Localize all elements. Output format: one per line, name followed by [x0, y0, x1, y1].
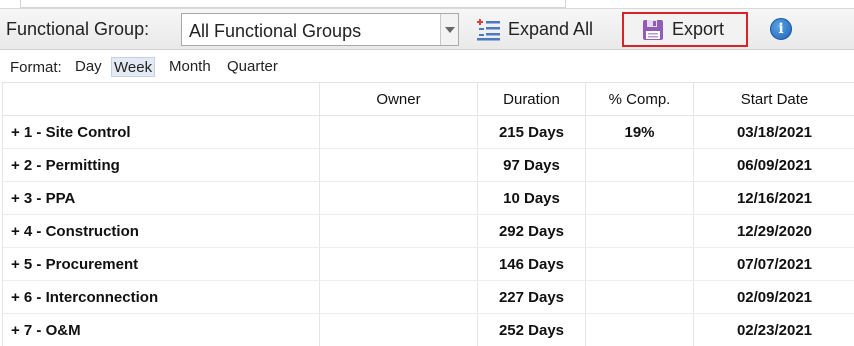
export-button[interactable]: Export	[622, 12, 748, 47]
column-header-duration[interactable]: Duration	[478, 83, 586, 115]
functional-group-value: All Functional Groups	[189, 21, 362, 41]
format-option-month[interactable]: Month	[167, 57, 213, 77]
task-name-cell[interactable]: + 4 - Construction	[3, 215, 320, 247]
expand-all-label: Expand All	[508, 19, 594, 39]
schedule-grid: Owner Duration % Comp. Start Date + 1 - …	[2, 82, 854, 346]
task-name-cell[interactable]: + 5 - Procurement	[3, 248, 320, 280]
table-row[interactable]: + 1 - Site Control 215 Days 19% 03/18/20…	[3, 116, 854, 149]
percent-complete-cell: 19%	[586, 116, 694, 148]
column-header-owner[interactable]: Owner	[320, 83, 478, 115]
format-label: Format:	[10, 59, 62, 76]
table-row[interactable]: + 4 - Construction 292 Days 12/29/2020	[3, 215, 854, 248]
percent-complete-cell	[586, 182, 694, 214]
format-option-quarter[interactable]: Quarter	[225, 57, 280, 77]
start-date-cell: 12/16/2021	[736, 189, 813, 207]
percent-complete-cell	[586, 314, 694, 346]
table-row[interactable]: + 3 - PPA 10 Days 12/16/2021	[3, 182, 854, 215]
tab-strip	[0, 0, 854, 8]
owner-cell	[320, 116, 478, 148]
start-date-cell: 02/09/2021	[736, 288, 813, 306]
chevron-down-icon	[445, 27, 455, 33]
task-name-cell[interactable]: + 2 - Permitting	[3, 149, 320, 181]
task-name-cell[interactable]: + 3 - PPA	[3, 182, 320, 214]
start-date-cell: 12/29/2020	[736, 222, 813, 240]
grid-header: Owner Duration % Comp. Start Date	[3, 82, 854, 116]
export-label: Export	[672, 19, 725, 39]
owner-cell	[320, 215, 478, 247]
start-date-cell: 02/23/2021	[736, 321, 813, 339]
percent-complete-cell	[586, 281, 694, 313]
duration-cell: 215 Days	[478, 116, 586, 148]
start-date-cell: 06/09/2021	[736, 156, 813, 174]
owner-cell	[320, 149, 478, 181]
table-row[interactable]: + 7 - O&M 252 Days 02/23/2021	[3, 314, 854, 346]
owner-cell	[320, 314, 478, 346]
expand-all-button[interactable]: Expand All	[470, 12, 616, 47]
format-option-day[interactable]: Day	[73, 57, 104, 77]
format-row: Format: Day Week Month Quarter	[0, 52, 854, 82]
percent-complete-cell	[586, 149, 694, 181]
duration-cell: 227 Days	[478, 281, 586, 313]
owner-cell	[320, 281, 478, 313]
duration-cell: 10 Days	[478, 182, 586, 214]
start-date-cell: 07/07/2021	[736, 255, 813, 273]
expand-list-icon	[476, 18, 502, 41]
task-name-cell[interactable]: + 7 - O&M	[3, 314, 320, 346]
owner-cell	[320, 182, 478, 214]
format-option-week[interactable]: Week	[111, 57, 156, 77]
task-name-cell[interactable]: + 1 - Site Control	[3, 116, 320, 148]
tab-outline	[20, 0, 566, 8]
table-row[interactable]: + 5 - Procurement 146 Days 07/07/2021	[3, 248, 854, 281]
functional-group-label: Functional Group:	[6, 19, 150, 39]
table-row[interactable]: + 2 - Permitting 97 Days 06/09/2021	[3, 149, 854, 182]
save-disk-icon	[642, 19, 664, 41]
functional-group-select[interactable]: All Functional Groups	[181, 13, 459, 46]
dropdown-arrow[interactable]	[440, 14, 458, 45]
column-header-name[interactable]	[3, 83, 320, 115]
duration-cell: 97 Days	[478, 149, 586, 181]
column-header-start-date[interactable]: Start Date	[694, 83, 854, 115]
info-icon[interactable]: i	[770, 18, 792, 40]
percent-complete-cell	[586, 248, 694, 280]
duration-cell: 252 Days	[478, 314, 586, 346]
table-row[interactable]: + 6 - Interconnection 227 Days 02/09/202…	[3, 281, 854, 314]
task-name-cell[interactable]: + 6 - Interconnection	[3, 281, 320, 313]
start-date-cell: 03/18/2021	[736, 123, 813, 141]
duration-cell: 292 Days	[478, 215, 586, 247]
percent-complete-cell	[586, 215, 694, 247]
toolbar: Functional Group: All Functional Groups …	[0, 8, 854, 50]
duration-cell: 146 Days	[478, 248, 586, 280]
column-header-percent-complete[interactable]: % Comp.	[586, 83, 694, 115]
owner-cell	[320, 248, 478, 280]
